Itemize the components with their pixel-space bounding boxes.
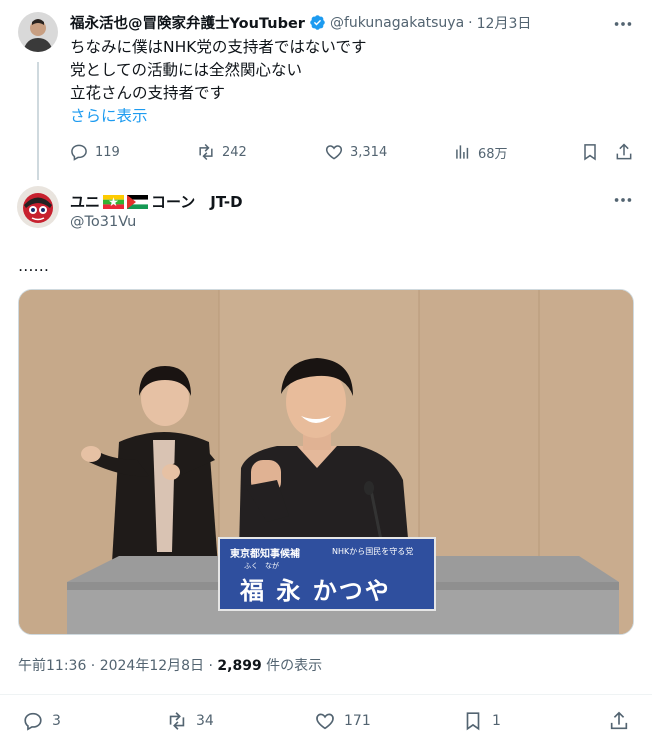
view-count: 2,899 (217, 658, 262, 674)
bookmark-count: 1 (492, 713, 501, 729)
focus-author-name-prefix[interactable]: ユニ (70, 191, 100, 212)
like-button[interactable]: 3,314 (324, 142, 387, 162)
parent-author-handle[interactable]: @fukunagakatsuya (330, 15, 464, 31)
repost-count: 242 (222, 144, 247, 160)
text-line: 党としての活動には全然関心ない (70, 61, 303, 79)
sign-furigana: ふく なが (244, 562, 279, 570)
reply-button[interactable]: 119 (69, 142, 120, 162)
parent-author-avatar[interactable] (18, 12, 58, 52)
repost-count: 34 (196, 713, 214, 729)
reply-count: 119 (95, 144, 120, 160)
palestine-flag-icon (127, 194, 149, 209)
view-count-suffix: 件の表示 (261, 658, 323, 674)
candidate-sign: 東京都知事候補 NHKから国民を守る党 ふく なが 福 永 かつや (218, 537, 436, 611)
sign-party: NHKから国民を守る党 (332, 547, 414, 556)
views-count: 68万 (478, 146, 508, 162)
repost-icon (196, 142, 216, 162)
sign-name: 福 永 かつや (240, 577, 391, 605)
like-count: 171 (344, 713, 371, 729)
more-icon[interactable] (612, 14, 634, 34)
tweet-video[interactable]: 東京都知事候補 NHKから国民を守る党 ふく なが 福 永 かつや (18, 289, 634, 635)
reply-count: 3 (52, 713, 61, 729)
tweet-meta: 午前11:36 · 2024年12月8日 · 2,899 件の表示 (18, 655, 322, 675)
repost-icon (166, 710, 188, 732)
more-icon[interactable] (612, 190, 634, 210)
bookmark-button[interactable]: 1 (462, 710, 501, 732)
like-count: 3,314 (350, 144, 388, 160)
share-icon[interactable] (614, 142, 634, 162)
divider (0, 694, 652, 695)
parent-author-name[interactable]: 福永活也@冒険家弁護士YouTuber (70, 12, 305, 33)
focus-author-name-suffix[interactable]: コーン JT-D (151, 191, 243, 212)
like-icon (314, 710, 336, 732)
show-more-link[interactable]: さらに表示 (70, 105, 366, 128)
parent-date[interactable]: 12月3日 (477, 13, 532, 33)
reply-button[interactable]: 3 (22, 710, 61, 732)
parent-tweet-text: ちなみに僕はNHK党の支持者ではないです 党としての活動には全然関心ない 立花さ… (70, 36, 366, 128)
repost-button[interactable]: 242 (196, 142, 247, 162)
like-button[interactable]: 171 (314, 710, 371, 732)
bookmark-icon[interactable] (580, 142, 600, 162)
thread-line (37, 62, 39, 180)
reply-icon (69, 142, 89, 162)
myanmar-flag-icon (103, 194, 125, 209)
views-button[interactable]: 68万 (452, 142, 508, 162)
focus-author-avatar[interactable] (17, 186, 59, 228)
sign-title: 東京都知事候補 (230, 549, 300, 560)
views-icon (452, 142, 472, 162)
focus-tweet-text: …… (18, 257, 49, 275)
text-line: 立花さんの支持者です (70, 84, 226, 102)
separator-dot: · (468, 14, 473, 31)
verified-badge-icon (309, 14, 326, 31)
tweet-timestamp[interactable]: 午前11:36 · 2024年12月8日 · (18, 658, 217, 674)
like-icon (324, 142, 344, 162)
focus-author-handle[interactable]: @To31Vu (70, 214, 136, 230)
reply-icon (22, 710, 44, 732)
bookmark-icon (462, 710, 484, 732)
text-line: ちなみに僕はNHK党の支持者ではないです (70, 38, 367, 56)
repost-button[interactable]: 34 (166, 710, 214, 732)
share-icon[interactable] (608, 710, 630, 732)
